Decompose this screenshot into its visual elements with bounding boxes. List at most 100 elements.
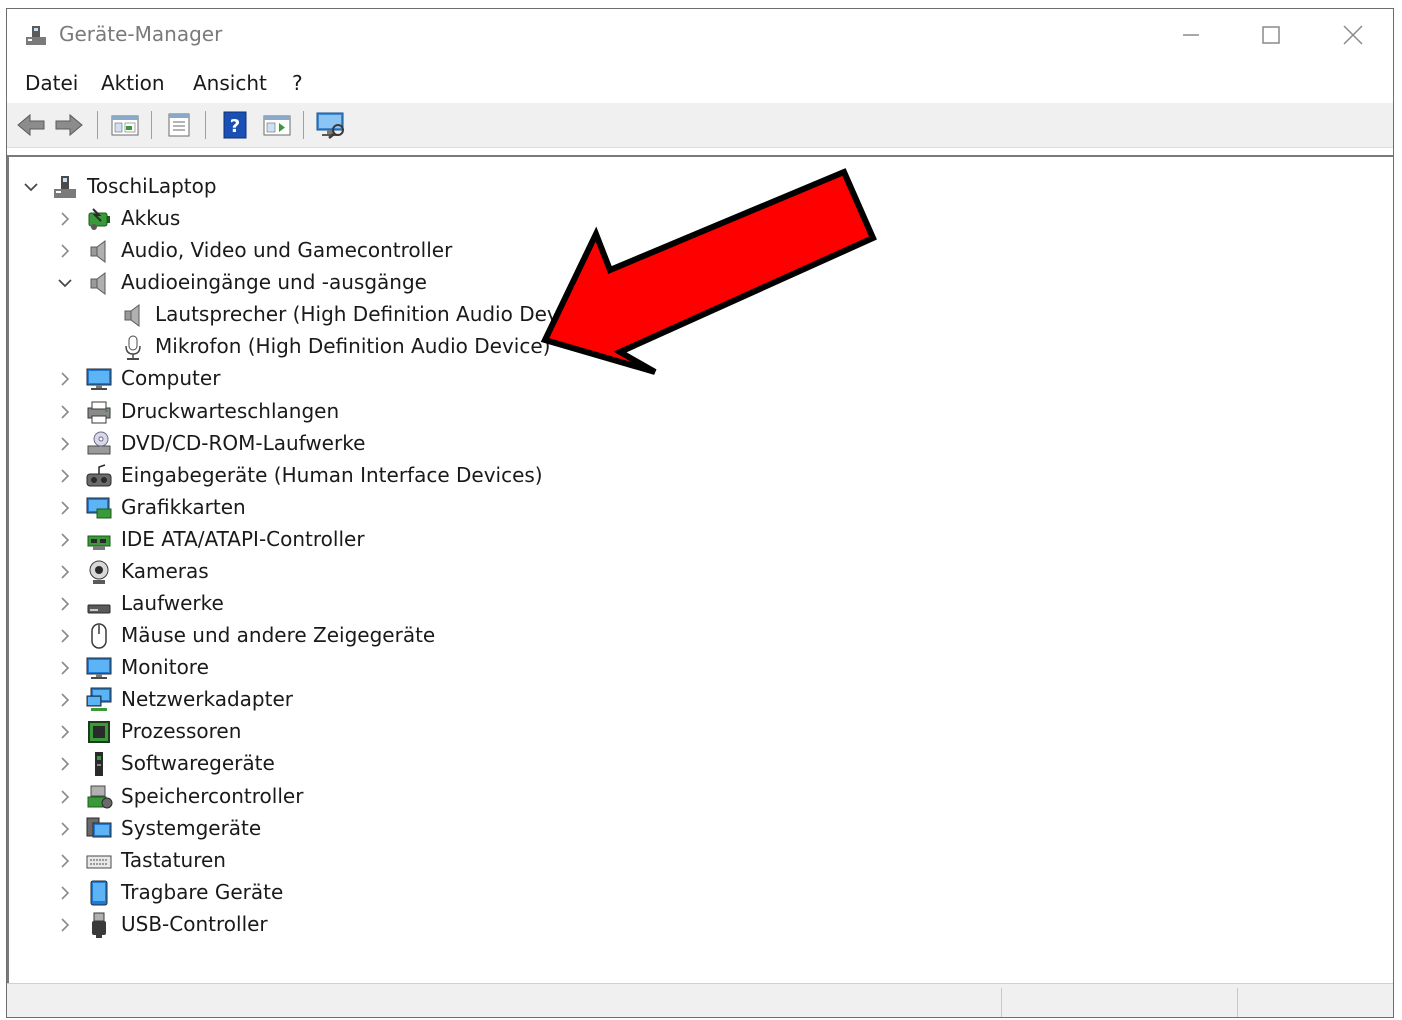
toolbar: ?: [7, 103, 1393, 148]
tree-category[interactable]: Mäuse und andere Zeigegeräte: [9, 620, 1389, 652]
tree-item-label: Netzwerkadapter: [121, 687, 293, 712]
title-bar[interactable]: Geräte-Manager: [7, 9, 1393, 61]
tree-category[interactable]: Audio, Video und Gamecontroller: [9, 235, 1389, 267]
tree-item-label: Systemgeräte: [121, 815, 262, 840]
properties-button[interactable]: [163, 109, 195, 141]
drive-icon: [87, 604, 111, 614]
tree-item-label: Monitore: [121, 655, 209, 680]
menu-datei[interactable]: Datei: [25, 71, 78, 95]
chevron-right-icon[interactable]: [56, 531, 74, 549]
chevron-right-icon[interactable]: [56, 691, 74, 709]
view-button[interactable]: [261, 109, 293, 141]
chevron-right-icon[interactable]: [56, 403, 74, 421]
view-icon: [263, 115, 291, 136]
toolbar-separator: [151, 111, 152, 139]
tree-category[interactable]: Netzwerkadapter: [9, 684, 1389, 716]
tree-item-label: Grafikkarten: [121, 494, 246, 519]
show-hide-tree-button[interactable]: [109, 109, 141, 141]
speaker-icon: [90, 240, 106, 264]
tree-category[interactable]: Druckwarteschlangen: [9, 396, 1389, 428]
chevron-right-icon[interactable]: [56, 499, 74, 517]
tree-root[interactable]: ToschiLaptop: [9, 171, 1389, 203]
tree-category[interactable]: Audioeingänge und -ausgänge: [9, 267, 1389, 299]
menu-ansicht[interactable]: Ansicht: [193, 71, 267, 95]
tree-category[interactable]: Tragbare Geräte: [9, 877, 1389, 909]
toolbar-separator: [205, 111, 206, 139]
portable-device-icon: [90, 880, 108, 906]
device-tree[interactable]: ToschiLaptop Akkus Audio, Video und Gameco…: [7, 155, 1393, 983]
storage-controller-icon: [87, 785, 113, 809]
help-icon: ?: [223, 111, 247, 139]
network-icon: [86, 687, 112, 712]
chevron-right-icon[interactable]: [56, 595, 74, 613]
tree-category[interactable]: Grafikkarten: [9, 492, 1389, 524]
menu-help[interactable]: ?: [292, 71, 303, 95]
tree-category[interactable]: Akkus: [9, 203, 1389, 235]
tree-item-label: Audio, Video und Gamecontroller: [121, 238, 453, 263]
tree-item-label: USB-Controller: [121, 911, 268, 936]
tree-category[interactable]: DVD/CD-ROM-Laufwerke: [9, 428, 1389, 460]
monitor-icon: [86, 657, 112, 680]
chevron-right-icon[interactable]: [56, 370, 74, 388]
close-button[interactable]: [1313, 9, 1393, 61]
tree-item-label: Softwaregeräte: [121, 751, 275, 776]
camera-icon: [89, 560, 109, 584]
tree-category[interactable]: IDE ATA/ATAPI-Controller: [9, 524, 1389, 556]
display-adapter-icon: [86, 497, 112, 519]
chevron-right-icon[interactable]: [56, 242, 74, 260]
back-button[interactable]: [15, 109, 47, 141]
maximize-icon: [1262, 26, 1280, 44]
tree-category[interactable]: Systemgeräte: [9, 813, 1389, 845]
maximize-button[interactable]: [1231, 9, 1311, 61]
tree-category[interactable]: Speichercontroller: [9, 781, 1389, 813]
tree-item-label: DVD/CD-ROM-Laufwerke: [121, 430, 366, 455]
tree-category[interactable]: Softwaregeräte: [9, 748, 1389, 780]
scan-hardware-button[interactable]: [315, 109, 347, 141]
tree-category[interactable]: Prozessoren: [9, 716, 1389, 748]
chevron-down-icon[interactable]: [22, 178, 40, 196]
computer-root-icon: [54, 176, 76, 198]
chevron-right-icon[interactable]: [56, 788, 74, 806]
chevron-right-icon[interactable]: [56, 723, 74, 741]
chevron-right-icon[interactable]: [56, 210, 74, 228]
help-button[interactable]: ?: [219, 109, 251, 141]
mouse-icon: [91, 623, 107, 649]
system-device-icon: [86, 817, 112, 838]
tree-item-label: Eingabegeräte (Human Interface Devices): [121, 462, 543, 487]
chevron-right-icon[interactable]: [56, 467, 74, 485]
tree-item-label: IDE ATA/ATAPI-Controller: [121, 526, 365, 551]
chevron-right-icon[interactable]: [56, 659, 74, 677]
chevron-right-icon[interactable]: [56, 852, 74, 870]
tree-item-label: Laufwerke: [121, 591, 224, 616]
chevron-right-icon[interactable]: [56, 755, 74, 773]
tree-item-label: Mäuse und andere Zeigegeräte: [121, 623, 436, 648]
tree-category[interactable]: Kameras: [9, 556, 1389, 588]
chevron-right-icon[interactable]: [56, 820, 74, 838]
tree-category[interactable]: USB-Controller: [9, 909, 1389, 941]
forward-button[interactable]: [53, 109, 85, 141]
forward-icon: [55, 113, 83, 137]
chevron-right-icon[interactable]: [56, 627, 74, 645]
tree-item-label: Akkus: [121, 206, 181, 231]
chevron-down-icon[interactable]: [56, 274, 74, 292]
tree-category[interactable]: Tastaturen: [9, 845, 1389, 877]
minimize-button[interactable]: [1151, 9, 1231, 61]
chevron-right-icon[interactable]: [56, 563, 74, 581]
tree-category[interactable]: Eingabegeräte (Human Interface Devices): [9, 460, 1389, 492]
monitor-icon: [86, 368, 112, 391]
menu-bar: Datei Aktion Ansicht ?: [7, 61, 1393, 104]
tree-category[interactable]: Computer: [9, 363, 1389, 395]
tree-category[interactable]: Monitore: [9, 652, 1389, 684]
status-bar: [7, 983, 1393, 1017]
speaker-icon: [90, 272, 106, 296]
device-manager-icon: [26, 26, 46, 45]
tree-device[interactable]: Lautsprecher (High Definition Audio Devi…: [9, 299, 1389, 331]
tree-category[interactable]: Laufwerke: [9, 588, 1389, 620]
chevron-right-icon[interactable]: [56, 884, 74, 902]
chevron-right-icon[interactable]: [56, 435, 74, 453]
chevron-right-icon[interactable]: [56, 916, 74, 934]
hid-icon: [86, 464, 112, 487]
menu-aktion[interactable]: Aktion: [101, 71, 165, 95]
tree-device[interactable]: Mikrofon (High Definition Audio Device): [9, 331, 1389, 363]
tree-item-label: Tastaturen: [121, 847, 226, 872]
